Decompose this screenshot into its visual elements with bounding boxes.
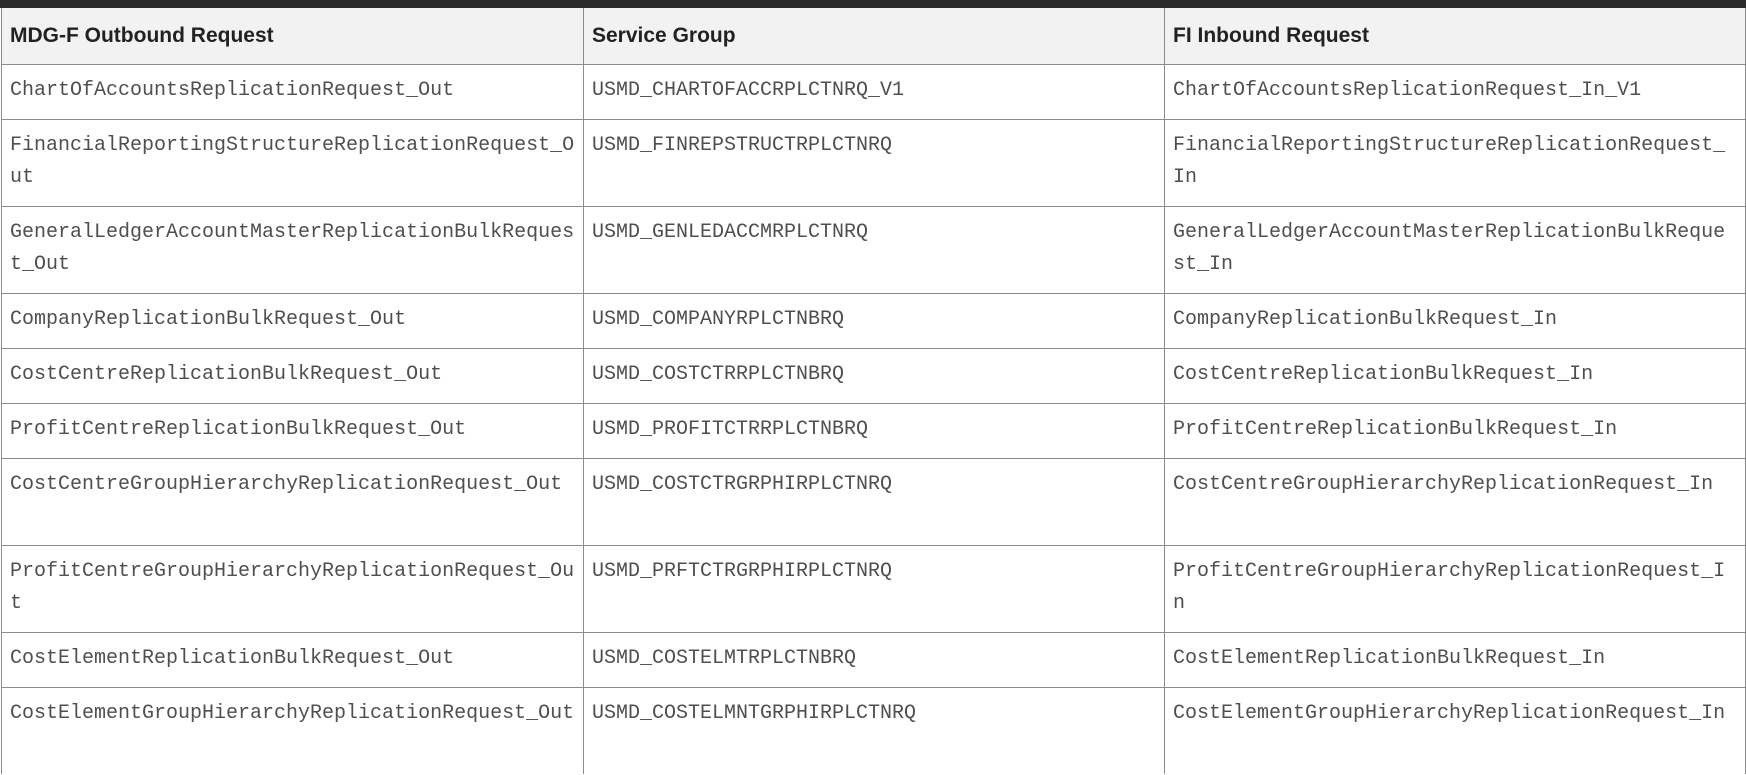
table-row: GeneralLedgerAccountMasterReplicationBul… <box>1 206 1746 294</box>
service-group-cell: USMD_FINREPSTRUCTRPLCTNRQ <box>583 119 1165 207</box>
service-group-cell: USMD_GENLEDACCMRPLCTNRQ <box>583 206 1165 294</box>
inbound-request-cell: GeneralLedgerAccountMasterReplicationBul… <box>1164 206 1746 294</box>
outbound-request-cell: FinancialReportingStructureReplicationRe… <box>1 119 584 207</box>
inbound-request-cell: CompanyReplicationBulkRequest_In <box>1164 293 1746 349</box>
inbound-request-cell: CostElementGroupHierarchyReplicationRequ… <box>1164 687 1746 774</box>
table-row: ProfitCentreGroupHierarchyReplicationReq… <box>1 545 1746 633</box>
inbound-request-cell: CostCentreGroupHierarchyReplicationReque… <box>1164 458 1746 546</box>
header-mdgf-outbound-request: MDG-F Outbound Request <box>1 8 584 65</box>
outbound-request-cell: ProfitCentreGroupHierarchyReplicationReq… <box>1 545 584 633</box>
table-row: FinancialReportingStructureReplicationRe… <box>1 119 1746 207</box>
table-header-row: MDG-F Outbound Request Service Group FI … <box>1 8 1746 65</box>
inbound-request-cell: ProfitCentreReplicationBulkRequest_In <box>1164 403 1746 459</box>
outbound-request-cell: ChartOfAccountsReplicationRequest_Out <box>1 64 584 120</box>
header-service-group: Service Group <box>583 8 1165 65</box>
service-group-cell: USMD_COMPANYRPLCTNBRQ <box>583 293 1165 349</box>
outbound-request-cell: CostElementGroupHierarchyReplicationRequ… <box>1 687 584 774</box>
service-group-cell: USMD_CHARTOFACCRPLCTNRQ_V1 <box>583 64 1165 120</box>
header-fi-inbound-request: FI Inbound Request <box>1164 8 1746 65</box>
outbound-request-cell: GeneralLedgerAccountMasterReplicationBul… <box>1 206 584 294</box>
table-row: CostCentreReplicationBulkRequest_Out USM… <box>1 348 1746 404</box>
table-row: CompanyReplicationBulkRequest_Out USMD_C… <box>1 293 1746 349</box>
table-row: CostElementReplicationBulkRequest_Out US… <box>1 632 1746 688</box>
table-row: ChartOfAccountsReplicationRequest_Out US… <box>1 64 1746 120</box>
service-group-cell: USMD_PRFTCTRGRPHIRPLCTNRQ <box>583 545 1165 633</box>
inbound-request-cell: CostCentreReplicationBulkRequest_In <box>1164 348 1746 404</box>
outbound-request-cell: CompanyReplicationBulkRequest_Out <box>1 293 584 349</box>
outbound-request-cell: CostElementReplicationBulkRequest_Out <box>1 632 584 688</box>
outbound-request-cell: ProfitCentreReplicationBulkRequest_Out <box>1 403 584 459</box>
outbound-request-cell: CostCentreGroupHierarchyReplicationReque… <box>1 458 584 546</box>
service-group-cell: USMD_COSTCTRRPLCTNBRQ <box>583 348 1165 404</box>
inbound-request-cell: CostElementReplicationBulkRequest_In <box>1164 632 1746 688</box>
page: MDG-F Outbound Request Service Group FI … <box>0 0 1746 775</box>
service-group-cell: USMD_COSTELMNTGRPHIRPLCTNRQ <box>583 687 1165 774</box>
inbound-request-cell: ProfitCentreGroupHierarchyReplicationReq… <box>1164 545 1746 633</box>
service-group-cell: USMD_COSTELMTRPLCTNBRQ <box>583 632 1165 688</box>
inbound-request-cell: ChartOfAccountsReplicationRequest_In_V1 <box>1164 64 1746 120</box>
table-row: ProfitCentreReplicationBulkRequest_Out U… <box>1 403 1746 459</box>
outbound-request-cell: CostCentreReplicationBulkRequest_Out <box>1 348 584 404</box>
top-border-bar <box>0 0 1746 8</box>
service-group-cell: USMD_COSTCTRGRPHIRPLCTNRQ <box>583 458 1165 546</box>
inbound-request-cell: FinancialReportingStructureReplicationRe… <box>1164 119 1746 207</box>
service-group-cell: USMD_PROFITCTRRPLCTNBRQ <box>583 403 1165 459</box>
replication-mapping-table: MDG-F Outbound Request Service Group FI … <box>1 8 1746 774</box>
table-row: CostCentreGroupHierarchyReplicationReque… <box>1 458 1746 546</box>
table-row: CostElementGroupHierarchyReplicationRequ… <box>1 687 1746 774</box>
